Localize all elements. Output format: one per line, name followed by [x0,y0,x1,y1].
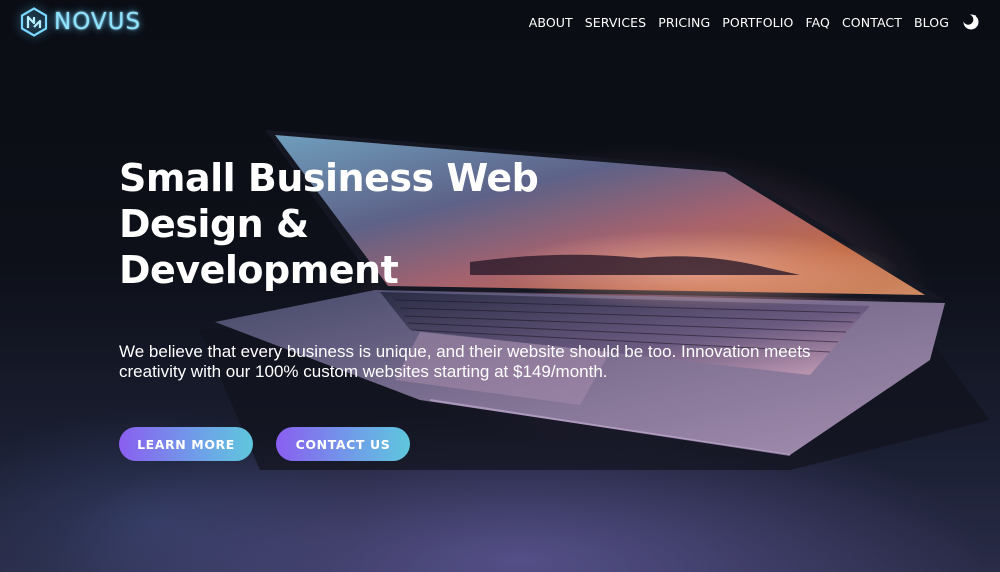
hero-title-line: Design & [119,202,309,246]
nav-item-portfolio[interactable]: PORTFOLIO [722,15,793,30]
brand-name: NOVUS [54,9,142,35]
page: NOVUS ABOUT SERVICES PRICING PORTFOLIO F… [0,0,1000,572]
learn-more-button[interactable]: LEARN MORE [119,427,253,461]
nav-item-contact[interactable]: CONTACT [842,15,902,30]
nav-item-faq[interactable]: FAQ [805,15,830,30]
main-nav: ABOUT SERVICES PRICING PORTFOLIO FAQ CON… [517,13,980,31]
nav-item-pricing[interactable]: PRICING [658,15,710,30]
logo-link[interactable]: NOVUS [20,7,141,37]
nav-item-blog[interactable]: BLOG [914,15,949,30]
hero-description: We believe that every business is unique… [119,342,811,381]
site-header: NOVUS ABOUT SERVICES PRICING PORTFOLIO F… [0,0,1000,44]
hero-title: Small Business Web Design & Development [119,155,599,293]
contact-us-button[interactable]: CONTACT US [276,427,410,461]
nav-item-services[interactable]: SERVICES [585,15,646,30]
nav-item-about[interactable]: ABOUT [529,15,573,30]
hero-title-line: Development [119,248,399,292]
novus-logo-icon [20,7,48,37]
moon-icon[interactable] [962,13,980,31]
hero-title-line: Small Business Web [119,156,539,200]
